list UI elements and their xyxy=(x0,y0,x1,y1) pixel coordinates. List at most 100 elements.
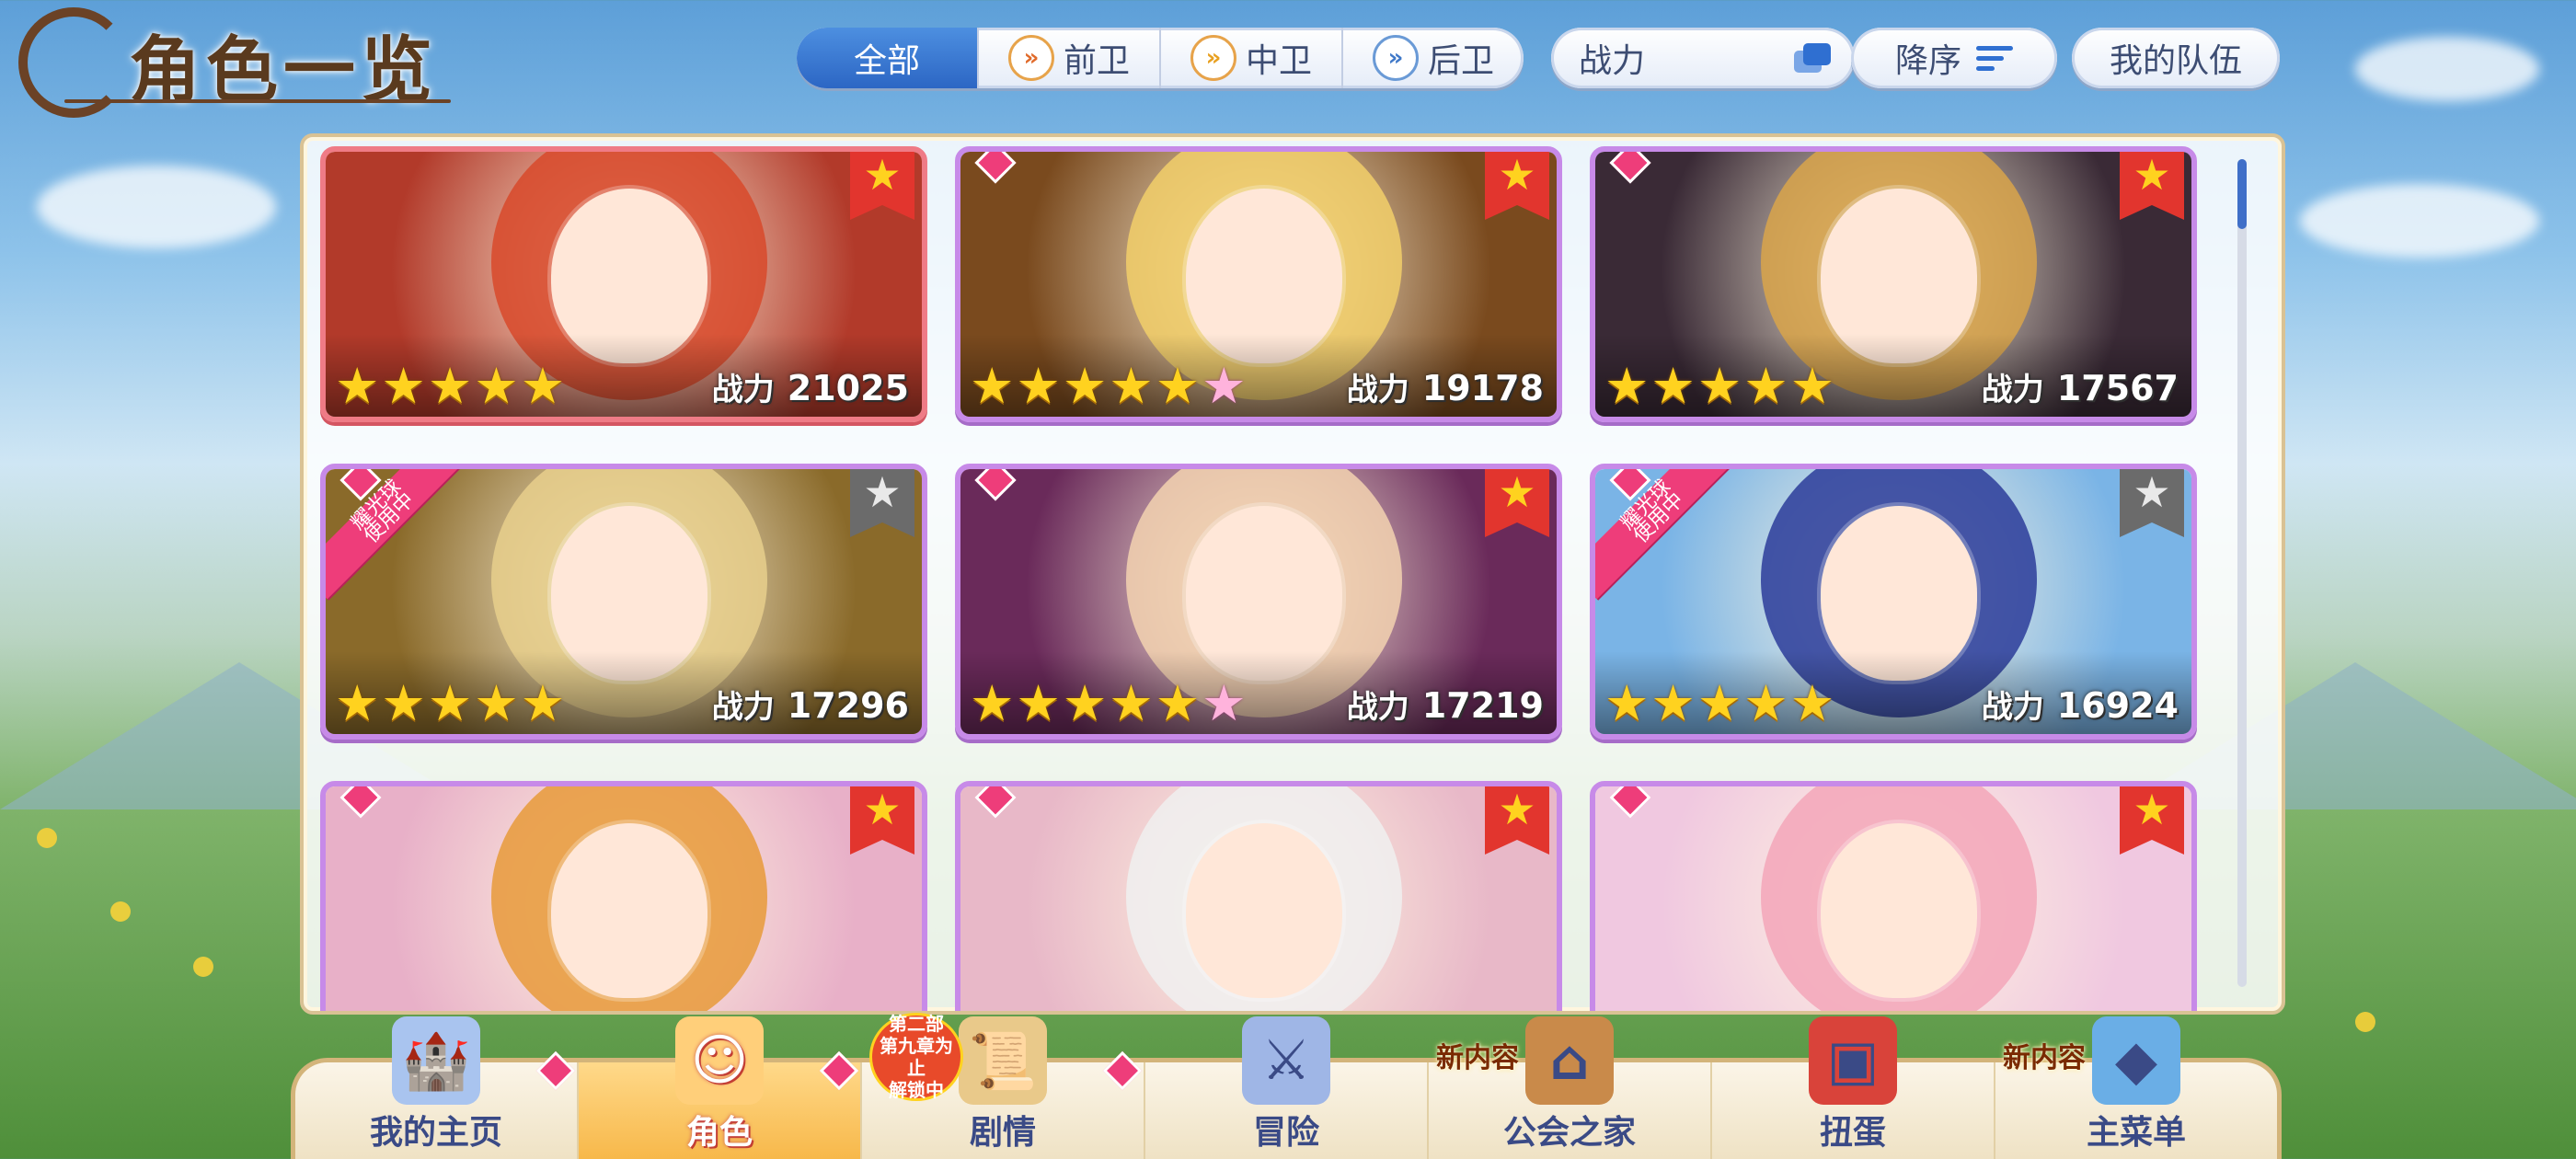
notification-diamond-icon xyxy=(535,1050,576,1091)
star-icon: ★ xyxy=(1109,357,1154,415)
new-content-label: 新内容 xyxy=(1436,1042,1519,1074)
new-content-label: 新内容 xyxy=(2003,1042,2086,1074)
nav-item[interactable]: 📜 第二部 第九章为止 解锁中 剧情 xyxy=(860,1013,1144,1159)
star-icon: ★ xyxy=(1109,674,1154,732)
gacha-icon: ▣ xyxy=(1809,1016,1897,1105)
star-icon: ★ xyxy=(335,357,380,415)
sort-by-label: 战力 xyxy=(1579,42,1646,80)
star-icon: ★ xyxy=(1696,674,1742,732)
scrollbar-thumb[interactable] xyxy=(2237,159,2247,229)
unlock-badge: 第二部 第九章为止 解锁中 xyxy=(869,1013,963,1101)
star-icon: ★ xyxy=(1696,357,1742,415)
star-icon: ★ xyxy=(1155,674,1201,732)
character-card[interactable]: ★ ★ ★ ★ ★ 战力 21025 ★ xyxy=(320,146,927,422)
character-face xyxy=(1186,823,1342,998)
bottom-nav: 🏰 我的主页 ☺ 角色 📜 第二部 第九章为止 解锁中 剧情 ⚔ 冒险 ⌂ 新内容 公会之家 ▣ 扭蛋 ◆ 新内容… xyxy=(291,1013,2282,1159)
star-icon: ★ xyxy=(474,674,519,732)
sword-flag-icon: ⚔ xyxy=(1242,1016,1330,1105)
character-card[interactable]: ★ ★ ★ ★ ★ ★ 战力 19178 ★ xyxy=(955,146,1562,422)
pink-star-icon: ★ xyxy=(1202,674,1247,732)
star-icon: ★ xyxy=(381,357,426,415)
star-icon: ★ xyxy=(1743,357,1788,415)
page-title: 角色一览 xyxy=(9,0,451,120)
nav-label: 主菜单 xyxy=(2086,1114,2186,1152)
character-card[interactable]: ★ xyxy=(1590,781,2197,1011)
double-chevron-front-icon: » xyxy=(1007,35,1054,81)
character-card[interactable]: ★ ★ ★ ★ ★ ★ 战力 17219 ★ xyxy=(955,464,1562,740)
star-icon: ★ xyxy=(1743,674,1788,732)
character-card[interactable]: ★ xyxy=(320,781,927,1011)
star-icon: ★ xyxy=(1789,357,1835,415)
star-rating: ★ ★ ★ ★ ★ xyxy=(1604,361,1834,411)
scrollbar[interactable] xyxy=(2237,159,2247,987)
nav-item[interactable]: ⚔ 冒险 xyxy=(1144,1016,1427,1159)
power-label: 战力 xyxy=(1981,689,2044,726)
star-icon: ★ xyxy=(1604,674,1650,732)
sort-lines-icon xyxy=(1976,45,2013,71)
character-card[interactable]: ★ ★ ★ ★ ★ 战力 17567 ★ xyxy=(1590,146,2197,422)
character-art xyxy=(326,786,922,1011)
character-face xyxy=(1821,823,1977,998)
star-rating: ★ ★ ★ ★ ★ xyxy=(1604,679,1834,729)
power-number: 17567 xyxy=(2056,368,2179,408)
star-icon: ★ xyxy=(427,674,473,732)
character-art xyxy=(960,786,1557,1011)
crystal-icon: ◆ xyxy=(2092,1016,2180,1105)
power-number: 17219 xyxy=(1421,685,1544,726)
star-icon: ★ xyxy=(1062,674,1108,732)
character-card[interactable]: ★ xyxy=(955,781,1562,1011)
character-face xyxy=(551,823,707,998)
house-icon: ⌂ xyxy=(1525,1016,1614,1105)
title-underline xyxy=(64,99,451,103)
tab-front[interactable]: » 前卫 xyxy=(977,28,1159,88)
power-value: 战力 17219 xyxy=(1347,682,1544,727)
nav-item[interactable]: ◆ 新内容主菜单 xyxy=(1994,1016,2277,1159)
nav-label: 扭蛋 xyxy=(1819,1114,1886,1152)
star-icon: ★ xyxy=(1155,357,1201,415)
tab-all[interactable]: 全部 xyxy=(797,28,977,88)
star-icon: ★ xyxy=(970,357,1015,415)
nav-item[interactable]: 🏰 我的主页 xyxy=(295,1016,577,1159)
star-icon: ★ xyxy=(1650,357,1696,415)
power-number: 21025 xyxy=(787,368,909,408)
power-value: 战力 17567 xyxy=(1982,364,2179,409)
nav-label: 我的主页 xyxy=(369,1114,502,1152)
tab-label: 全部 xyxy=(853,42,920,80)
character-card[interactable]: ★ ★ ★ ★ ★ 战力 16924 ★ 耀光球 使用中 xyxy=(1590,464,2197,740)
star-rating: ★ ★ ★ ★ ★ xyxy=(335,361,565,411)
sort-order-button[interactable]: 降序 xyxy=(1851,28,2057,88)
star-rating: ★ ★ ★ ★ ★ xyxy=(335,679,565,729)
nav-label: 公会之家 xyxy=(1502,1114,1636,1152)
power-label: 战力 xyxy=(1346,372,1409,408)
star-icon: ★ xyxy=(1016,357,1061,415)
nav-item[interactable]: ▣ 扭蛋 xyxy=(1710,1016,1994,1159)
my-team-button[interactable]: 我的队伍 xyxy=(2072,28,2280,88)
power-label: 战力 xyxy=(1981,372,2044,408)
character-icon: ☺ xyxy=(675,1016,764,1105)
star-rating: ★ ★ ★ ★ ★ ★ xyxy=(970,679,1247,729)
power-label: 战力 xyxy=(711,689,775,726)
star-icon: ★ xyxy=(474,357,519,415)
star-icon: ★ xyxy=(520,357,566,415)
tab-middle[interactable]: » 中卫 xyxy=(1159,28,1341,88)
nav-item[interactable]: ⌂ 新内容公会之家 xyxy=(1427,1016,1710,1159)
sort-by-button[interactable]: 战力 xyxy=(1551,28,1855,88)
nav-item[interactable]: ☺ 角色 xyxy=(577,1016,860,1159)
sort-order-label: 降序 xyxy=(1894,42,1961,80)
star-icon: ★ xyxy=(335,674,380,732)
position-filter-tabs: 全部 » 前卫 » 中卫 » 后卫 xyxy=(797,28,1524,88)
tab-label: 中卫 xyxy=(1245,42,1312,80)
character-card[interactable]: ★ ★ ★ ★ ★ 战力 17296 ★ 耀光球 使用中 xyxy=(320,464,927,740)
power-number: 17296 xyxy=(787,685,909,726)
star-icon: ★ xyxy=(970,674,1015,732)
character-art xyxy=(1595,786,2191,1011)
star-icon: ★ xyxy=(1789,674,1835,732)
power-label: 战力 xyxy=(1346,689,1409,726)
tab-label: 前卫 xyxy=(1063,42,1130,80)
star-icon: ★ xyxy=(1016,674,1061,732)
tab-back[interactable]: » 后卫 xyxy=(1341,28,1524,88)
power-value: 战力 17296 xyxy=(712,682,909,727)
power-value: 战力 16924 xyxy=(1982,682,2179,727)
pages-icon xyxy=(1794,43,1831,73)
nav-label: 剧情 xyxy=(969,1114,1036,1152)
